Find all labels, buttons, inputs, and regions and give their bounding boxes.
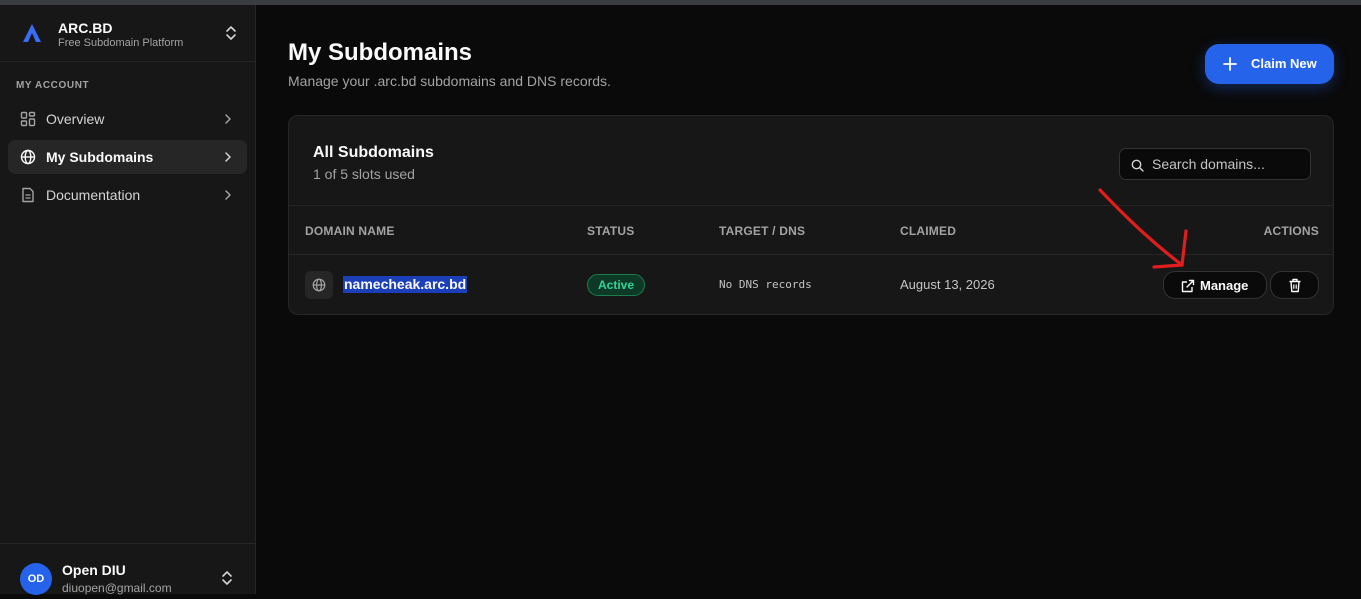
annotation-arrow-icon (1098, 188, 1188, 269)
search-input[interactable] (1152, 149, 1306, 179)
claim-new-label: Claim New (1251, 56, 1317, 71)
search-icon (1131, 159, 1144, 172)
document-icon (22, 187, 34, 203)
plus-icon (1223, 57, 1237, 71)
sidebar-item-my-subdomains[interactable]: My Subdomains (8, 140, 247, 174)
sidebar: ARC.BD Free Subdomain Platform MY ACCOUN… (0, 5, 256, 595)
sidebar-item-documentation[interactable]: Documentation (8, 178, 247, 212)
search-box[interactable] (1119, 148, 1311, 180)
column-header-actions: ACTIONS (1263, 224, 1319, 238)
domain-name[interactable]: namecheak.arc.bd (343, 276, 468, 293)
dns-target: No DNS records (719, 278, 812, 291)
external-link-icon (1181, 279, 1195, 293)
sidebar-item-label: Documentation (46, 187, 141, 203)
claimed-date: August 13, 2026 (900, 277, 995, 292)
slots-used: 1 of 5 slots used (313, 166, 415, 182)
chevron-right-icon (225, 190, 231, 200)
sidebar-item-label: My Subdomains (46, 149, 154, 165)
column-header-domain: DOMAIN NAME (305, 224, 395, 238)
globe-icon (20, 149, 36, 165)
chevrons-up-down-icon (226, 26, 236, 40)
page-subtitle: Manage your .arc.bd subdomains and DNS r… (288, 73, 611, 89)
brand-name: ARC.BD (58, 20, 113, 36)
user-email: diuopen@gmail.com (62, 581, 172, 595)
user-name: Open DIU (62, 562, 126, 578)
manage-button[interactable]: Manage (1163, 271, 1267, 299)
brand-switcher[interactable]: ARC.BD Free Subdomain Platform (0, 5, 255, 62)
section-label-my-account: MY ACCOUNT (16, 80, 90, 91)
chevron-right-icon (225, 114, 231, 124)
brand-tagline: Free Subdomain Platform (58, 37, 184, 49)
user-menu[interactable]: OD Open DIU diuopen@gmail.com (0, 543, 255, 599)
status-badge: Active (587, 274, 646, 296)
sidebar-item-overview[interactable]: Overview (8, 102, 247, 136)
chevrons-up-down-icon (222, 571, 232, 585)
delete-button[interactable] (1270, 271, 1319, 299)
column-header-status: STATUS (587, 224, 635, 238)
card-title: All Subdomains (313, 144, 434, 161)
page-title: My Subdomains (288, 39, 473, 66)
avatar: OD (20, 563, 52, 595)
main-content: My Subdomains Manage your .arc.bd subdom… (256, 5, 1361, 594)
column-header-target: TARGET / DNS (719, 224, 806, 238)
claim-new-button[interactable]: Claim New (1205, 44, 1334, 84)
manage-label: Manage (1200, 278, 1249, 293)
arc-logo-icon (23, 24, 41, 42)
domain-icon-box (305, 271, 333, 299)
globe-icon (312, 278, 326, 292)
grid-icon (20, 111, 36, 127)
column-header-claimed: CLAIMED (900, 224, 957, 238)
chevron-right-icon (225, 152, 231, 162)
sidebar-item-label: Overview (46, 111, 105, 127)
trash-icon (1289, 278, 1301, 293)
